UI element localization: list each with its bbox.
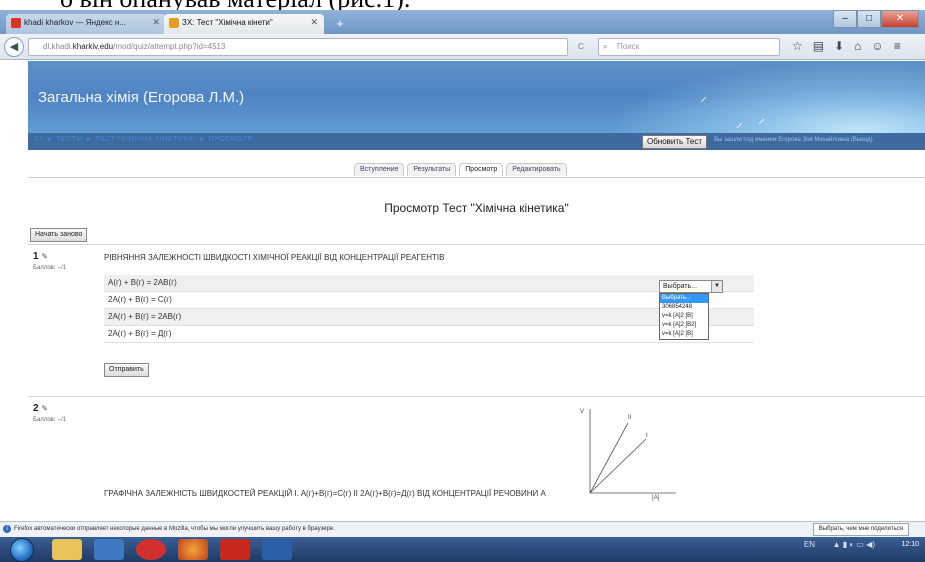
minimize-button[interactable]: – xyxy=(833,10,857,28)
reload-button[interactable]: C xyxy=(578,42,584,51)
restart-button[interactable]: Начать заново xyxy=(30,228,88,242)
browser-tab-yandex[interactable]: khadi kharkov — Яндекс н... ✕ xyxy=(6,14,166,34)
question-number-value: 2 xyxy=(33,403,39,414)
windows-taskbar: EN ▲ ▮ ◐ ▭ ◀) 12:10 xyxy=(0,537,925,562)
address-bar[interactable]: dl.khadi.kharkiv.edu/mod/quiz/attempt.ph… xyxy=(28,38,568,56)
graph-y-label: V xyxy=(580,409,584,415)
dropdown-option[interactable]: 306854248 xyxy=(660,303,708,312)
tab-edit[interactable]: Редактировать xyxy=(506,163,567,176)
firefox-icon[interactable] xyxy=(178,539,208,560)
maximize-button[interactable]: □ xyxy=(857,10,881,28)
graph-line-label-i: I xyxy=(646,433,648,439)
bookmark-star-icon[interactable]: ☆ xyxy=(792,39,803,53)
browser-tab-bar: khadi kharkov — Яндекс н... ✕ ЗХ: Тест "… xyxy=(0,10,925,34)
tab-title: khadi kharkov — Яндекс н... xyxy=(24,18,127,27)
bookmarks-list-icon[interactable]: ▤ xyxy=(813,39,824,53)
pdf-reader-icon[interactable] xyxy=(220,539,250,560)
site-title: Загальна хімія (Егорова Л.М.) xyxy=(38,89,245,106)
tab-close-icon[interactable]: ✕ xyxy=(310,17,318,28)
url-path: /mod/quiz/attempt.php?id=4513 xyxy=(113,42,226,51)
question-edit-icon[interactable]: ✎ xyxy=(41,404,48,413)
home-icon[interactable]: ⌂ xyxy=(854,39,861,53)
question-text: ГРАФІЧНА ЗАЛЕЖНІСТЬ ШВИДКОСТЕЙ РЕАКЦІЙ I… xyxy=(104,489,546,498)
answer-row: 2A(г) + B(г) = 2AB(г) xyxy=(104,309,754,326)
navigation-bar: ◀ dl.khadi.kharkiv.edu/mod/quiz/attempt.… xyxy=(0,34,925,60)
bird-icon: ⸝ xyxy=(700,88,707,104)
bird-icon: ⸝ xyxy=(758,110,765,126)
new-tab-button[interactable]: + xyxy=(330,16,350,32)
dropdown-option[interactable]: Выбрать... xyxy=(660,294,708,303)
search-input[interactable]: ⌕ Поиск xyxy=(598,38,780,56)
answer-row: A(г) + B(г) = 2AB(г) xyxy=(104,275,754,292)
url-prefix: dl.khadi. xyxy=(43,42,73,51)
url-domain: kharkiv.edu xyxy=(72,42,114,51)
word-icon[interactable] xyxy=(262,539,292,560)
dropdown-option[interactable]: v=k [A]2 [B] xyxy=(660,330,708,339)
download-icon[interactable]: ⬇ xyxy=(834,39,844,53)
chevron-down-icon[interactable]: ▼ xyxy=(711,281,722,292)
tab-close-icon[interactable]: ✕ xyxy=(152,17,160,28)
answer-row: 2A(г) + B(г) = C(г) xyxy=(104,292,754,309)
select-dropdown-list: Выбрать... 306854248 v=k [A]2 [B] v=k [A… xyxy=(659,293,709,340)
tab-preview[interactable]: Просмотр xyxy=(459,163,504,176)
toolbar-icons: ☆ ▤ ⬇ ⌂ ☺ ≡ xyxy=(792,39,901,53)
submit-button[interactable]: Отправить xyxy=(104,363,149,377)
browser-tab-quiz[interactable]: ЗХ: Тест "Хімічна кінети" ✕ xyxy=(164,14,324,34)
answer-table: A(г) + B(г) = 2AB(г) 2A(г) + B(г) = C(г)… xyxy=(104,275,754,343)
quiz-tabs: Вступление Результаты Просмотр Редактиро… xyxy=(354,163,567,176)
media-player-icon[interactable] xyxy=(94,539,124,560)
page-heading: Просмотр Тест "Хімічна кінетика" xyxy=(384,201,569,215)
question-number-value: 1 xyxy=(33,251,39,262)
opera-icon[interactable] xyxy=(136,539,166,560)
moodle-favicon-icon xyxy=(169,18,179,28)
clock[interactable]: 12:10 xyxy=(901,540,919,549)
question-edit-icon[interactable]: ✎ xyxy=(41,252,48,261)
graph-line-label-ii: II xyxy=(628,415,632,421)
update-test-button[interactable]: Обновить Тест xyxy=(642,135,707,149)
screen: о він опанував матеріал (рис.1). khadi k… xyxy=(0,0,925,562)
answer-select[interactable]: Выбрать... ▼ xyxy=(659,280,723,293)
tab-results[interactable]: Результаты xyxy=(407,163,457,176)
search-placeholder: Поиск xyxy=(617,42,640,51)
breadcrumb-bar: ЗХ ► ТЕСТЫ ► ТЕСТ "ХІМІЧНА КІНЕТИКА" ► П… xyxy=(28,133,925,150)
smile-icon[interactable]: ☺ xyxy=(871,39,883,53)
info-icon: i xyxy=(3,525,11,533)
tab-title: ЗХ: Тест "Хімічна кінети" xyxy=(182,18,273,27)
tab-intro[interactable]: Вступление xyxy=(354,163,405,176)
notification-message: Firefox автоматически отправляет некотор… xyxy=(14,526,335,532)
web-page: Загальна хімія (Егорова Л.М.) ⸝ ⸝ ⸝ ЗХ ►… xyxy=(28,61,925,521)
dropdown-option[interactable]: v=k [A]2 [B2] xyxy=(660,321,708,330)
velocity-concentration-graph: V II I [A] xyxy=(580,409,676,501)
notification-bar: i Firefox автоматически отправляет некот… xyxy=(0,521,925,537)
tabs-divider xyxy=(28,177,925,178)
graph-x-label: [A] xyxy=(652,495,660,501)
menu-icon[interactable]: ≡ xyxy=(894,39,901,53)
search-icon: ⌕ xyxy=(603,42,608,51)
explorer-icon[interactable] xyxy=(52,539,82,560)
graph-line-ii xyxy=(589,422,629,494)
question-number: 1 ✎ xyxy=(33,251,48,262)
question-number: 2 ✎ xyxy=(33,403,48,414)
window-controls: – □ ✕ xyxy=(833,10,919,28)
language-indicator[interactable]: EN xyxy=(804,540,815,549)
tray-icons[interactable]: ▲ ▮ ◐ ▭ ◀) xyxy=(833,540,875,549)
question-1: 1 ✎ Баллов: --/1 РІВНЯННЯ ЗАЛЕЖНОСТІ ШВИ… xyxy=(28,244,925,384)
yandex-favicon-icon xyxy=(11,18,21,28)
close-window-button[interactable]: ✕ xyxy=(881,10,919,28)
answer-row: 2A(г) + B(г) = Д(г) xyxy=(104,326,754,343)
login-info[interactable]: Вы зашли под именем Егорова Зоя Михайлов… xyxy=(714,137,873,143)
choose-share-button[interactable]: Выбрать, чем мне поделиться xyxy=(812,523,909,536)
breadcrumb[interactable]: ЗХ ► ТЕСТЫ ► ТЕСТ "ХІМІЧНА КІНЕТИКА" ► П… xyxy=(34,136,253,143)
select-value: Выбрать... xyxy=(663,283,698,290)
graph-line-i xyxy=(589,438,647,494)
site-banner: Загальна хімія (Егорова Л.М.) ⸝ ⸝ ⸝ ЗХ ►… xyxy=(28,61,925,150)
start-button[interactable] xyxy=(10,538,34,562)
back-button[interactable]: ◀ xyxy=(4,37,24,57)
question-marks: Баллов: --/1 xyxy=(33,265,67,271)
bird-icon: ⸝ xyxy=(736,114,743,130)
question-text: РІВНЯННЯ ЗАЛЕЖНОСТІ ШВИДКОСТІ ХІМІЧНОЇ Р… xyxy=(104,253,445,262)
dropdown-option[interactable]: v=k [A]2 [B] xyxy=(660,312,708,321)
question-marks: Баллов: --/1 xyxy=(33,417,67,423)
question-2: 2 ✎ Баллов: --/1 V II I [A] ГРАФІЧНА ЗАЛ… xyxy=(28,396,925,521)
